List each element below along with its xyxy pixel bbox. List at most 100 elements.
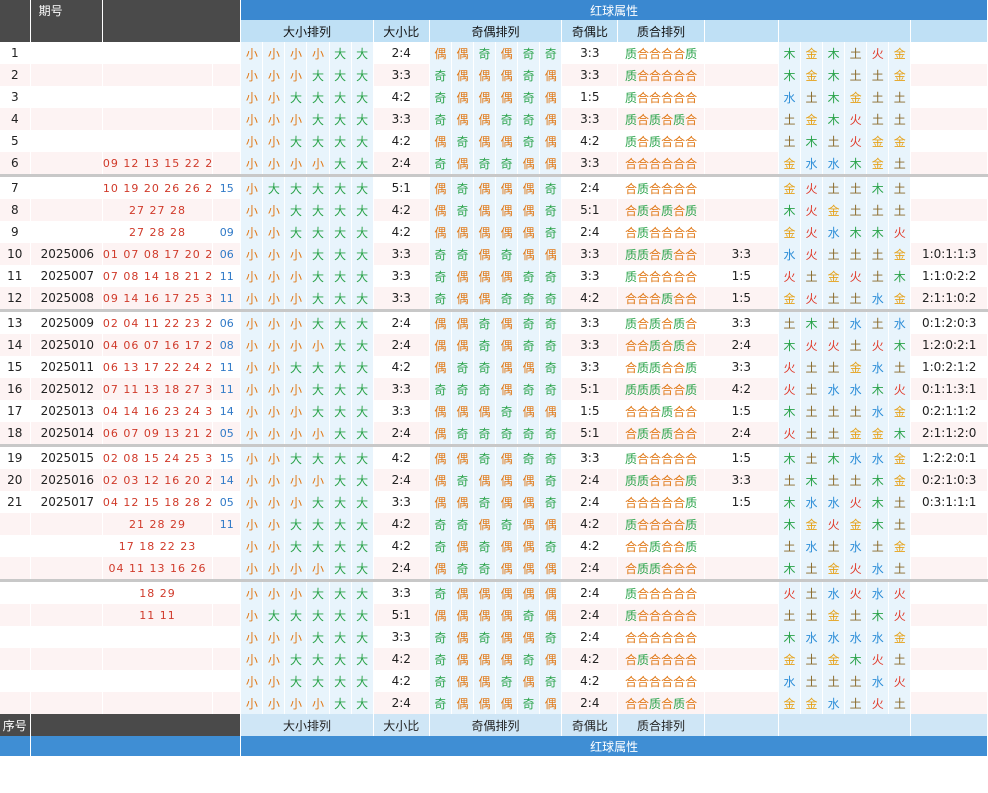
prime-mark: 合 <box>649 495 662 510</box>
prime-mark: 质 <box>685 517 698 532</box>
table-row[interactable]: 小小大大大大 4:2 奇偶偶偶奇偶 4:2 合质合合合合金土金木火土 <box>0 648 988 670</box>
table-row[interactable]: 3 小小大大大大 4:2 奇偶偶偶奇偶 1:5 质合合合合合水土木金土土 <box>0 86 988 108</box>
table-row[interactable]: 4 小小小大大大 3:3 奇偶偶奇奇偶 3:3 质合质合质合土金木火土土 <box>0 108 988 130</box>
row-seq: 18 <box>0 422 31 446</box>
row-issue <box>30 108 103 130</box>
table-row[interactable]: 14 2025010 04 06 07 16 17 21 08 小小小小大大 2:4 偶偶奇… <box>0 334 988 356</box>
table-row[interactable]: 2 小小小大大大 3:3 奇偶偶偶奇偶 3:3 质合合合合合木金木土土金 <box>0 64 988 86</box>
element-mark: 金 <box>778 692 802 714</box>
parity-mark: 偶 <box>495 265 519 287</box>
size-mark: 小 <box>262 670 286 692</box>
prime-mark: 合 <box>637 46 650 61</box>
table-row[interactable]: 13 2025009 02 04 11 22 23 25 06 小小小大大大 2:4 偶偶奇… <box>0 309 988 334</box>
size-mark: 小 <box>284 378 308 400</box>
size-mark: 大 <box>284 604 308 626</box>
size-mark: 小 <box>262 108 286 130</box>
parity-mark: 奇 <box>539 309 563 334</box>
table-row[interactable]: 小小小大大大 3:3 奇偶奇偶偶奇 2:4 合合合合合合木水水水水金 <box>0 626 988 648</box>
size-mark: 小 <box>240 108 264 130</box>
prime-mark: 质 <box>625 90 638 105</box>
row-blue-ball: 05 <box>212 422 242 446</box>
element-mark: 木 <box>866 491 890 513</box>
element-mark: 水 <box>866 287 890 311</box>
table-row[interactable]: 17 18 22 23 小小大大大大 4:2 奇偶奇偶偶奇 4:2 合合质合合质土水土水土… <box>0 535 988 557</box>
element-mark: 水 <box>822 221 846 243</box>
parity-mark: 偶 <box>473 287 497 311</box>
table-row[interactable]: 21 2025017 04 12 15 18 28 29 05 小小小大大大 3:3 偶偶奇… <box>0 491 988 513</box>
prime-mark: 合 <box>661 517 674 532</box>
table-row[interactable]: 12 2025008 09 14 16 17 25 33 11 小小小大大大 3:3 奇偶偶… <box>0 287 988 311</box>
parity-mark: 奇 <box>539 199 563 221</box>
parity-mark: 奇 <box>429 648 452 670</box>
table-row[interactable]: 19 2025015 02 08 15 24 25 33 15 小小大大大大 4:2 偶偶奇… <box>0 444 988 469</box>
table-row[interactable]: 6 09 12 13 15 22 26 小小小小大大 2:4 奇偶奇奇偶偶 3:3 合合合合… <box>0 152 988 176</box>
table-row[interactable]: 21 28 29 11 小小大大大大 4:2 奇奇偶奇偶偶 4:2 质合合合合质木金火金木土 <box>0 513 988 535</box>
prime-mark: 质 <box>661 404 674 419</box>
table-row[interactable]: 20 2025016 02 03 12 16 20 29 14 小小小小大大 2:4 偶奇偶… <box>0 469 988 491</box>
table-row[interactable]: 10 2025006 01 07 08 17 20 22 06 小小小大大大 3:3 奇奇偶… <box>0 243 988 265</box>
table-row[interactable]: 9 27 28 28 09 小小大大大大 4:2 偶偶偶偶偶奇 2:4 合质合合合合金火水木木… <box>0 221 988 243</box>
table-row[interactable]: 11 2025007 07 08 14 18 21 27 11 小小小大大大 3:3 奇偶偶… <box>0 265 988 287</box>
prime-pattern: 合合质合质合 <box>617 334 705 356</box>
table-row[interactable]: 16 2025012 07 11 13 18 27 31 11 小小小大大大 3:3 奇奇奇… <box>0 378 988 400</box>
table-row[interactable]: 18 29 小小小大大大 3:3 奇偶偶偶偶偶 2:4 质合合合合合火土水火水火 <box>0 579 988 604</box>
prime-mark: 质 <box>637 247 650 262</box>
element-ratio: 0:1:2:0:3 <box>910 309 988 334</box>
element-mark: 土 <box>866 309 890 334</box>
element-mark: 土 <box>822 287 846 311</box>
prime-mark: 合 <box>637 338 650 353</box>
row-seq <box>0 604 31 626</box>
prime-pattern: 合合合合合合 <box>617 152 705 176</box>
prime-ratio-header <box>704 20 779 42</box>
prime-mark: 质 <box>649 561 662 576</box>
table-row[interactable]: 7 10 19 20 26 26 26 15 小大大大大大 5:1 偶奇偶偶偶奇 2:4 合质… <box>0 174 988 199</box>
table-row[interactable]: 15 2025011 06 13 17 22 24 29 11 小小大大大大 4:2 偶奇奇… <box>0 356 988 378</box>
table-row[interactable]: 11 11 小大大大大大 5:1 偶偶偶偶奇偶 2:4 质合合合合合土土金土木火 <box>0 604 988 626</box>
prime-pattern: 合质合质合合 <box>617 422 705 446</box>
parity-mark: 奇 <box>517 378 541 400</box>
parity-mark: 偶 <box>495 469 519 491</box>
table-row[interactable]: 1 小小小小大大 2:4 偶偶奇偶奇奇 3:3 质合合合合质木金木土火金 <box>0 42 988 64</box>
table-row[interactable]: 小小小小大大 2:4 奇偶偶偶奇偶 2:4 合合质合质合金金水土火土 <box>0 692 988 714</box>
row-seq: 7 <box>0 174 31 199</box>
row-seq: 5 <box>0 130 31 152</box>
size-mark: 小 <box>240 604 264 626</box>
prime-pattern: 合合质合质合 <box>617 692 705 714</box>
table-row[interactable]: 8 27 27 28 小小大大大大 4:2 偶奇偶偶偶奇 5:1 合质合质合质木火金土土土 <box>0 199 988 221</box>
table-row[interactable]: 5 小小大大大大 4:2 偶奇偶偶奇偶 4:2 质合质合合合土木土火金金 <box>0 130 988 152</box>
prime-pattern: 质质合合合质 <box>617 469 705 491</box>
element-mark: 土 <box>844 287 868 311</box>
row-blue-ball: 11 <box>212 378 242 400</box>
size-mark: 小 <box>240 422 264 446</box>
size-mark: 大 <box>351 64 374 86</box>
prime-mark: 合 <box>637 291 650 306</box>
table-row[interactable]: 04 11 13 16 26 小小小小大大 2:4 偶奇奇偶偶偶 2:4 合质质合合合木土… <box>0 557 988 581</box>
table-row[interactable]: 17 2025013 04 14 16 23 24 30 14 小小小大大大 3:3 偶偶偶… <box>0 400 988 422</box>
size-mark: 大 <box>329 513 352 535</box>
element-mark: 木 <box>778 557 802 581</box>
size-mark: 小 <box>240 152 264 176</box>
element-mark: 木 <box>888 334 912 356</box>
prime-mark: 合 <box>649 156 662 171</box>
size-mark: 大 <box>329 400 352 422</box>
element-mark: 土 <box>844 334 868 356</box>
corner-cell <box>0 0 31 20</box>
parity-mark: 偶 <box>473 692 497 714</box>
prime-mark: 合 <box>673 608 686 623</box>
parity-ratio: 3:3 <box>561 356 619 378</box>
element-mark: 火 <box>778 378 802 400</box>
row-issue <box>30 221 103 243</box>
size-pattern-footer: 大小排列 <box>240 714 374 736</box>
element-mark: 土 <box>800 400 824 422</box>
parity-mark: 奇 <box>517 692 541 714</box>
table-row[interactable]: 18 2025014 06 07 09 13 21 27 05 小小小小大大 2:4 偶奇奇… <box>0 422 988 446</box>
table-row[interactable]: 小小大大大大 4:2 奇偶偶奇偶奇 4:2 合合合合合合水土土土水火 <box>0 670 988 692</box>
element-mark: 木 <box>778 199 802 221</box>
prime-mark: 合 <box>637 630 650 645</box>
element-mark: 土 <box>888 491 912 513</box>
prime-ratio <box>704 86 779 108</box>
element-mark: 木 <box>844 221 868 243</box>
element-ratio: 1:1:0:2:2 <box>910 265 988 287</box>
prime-mark: 合 <box>625 630 638 645</box>
parity-mark: 偶 <box>429 604 452 626</box>
